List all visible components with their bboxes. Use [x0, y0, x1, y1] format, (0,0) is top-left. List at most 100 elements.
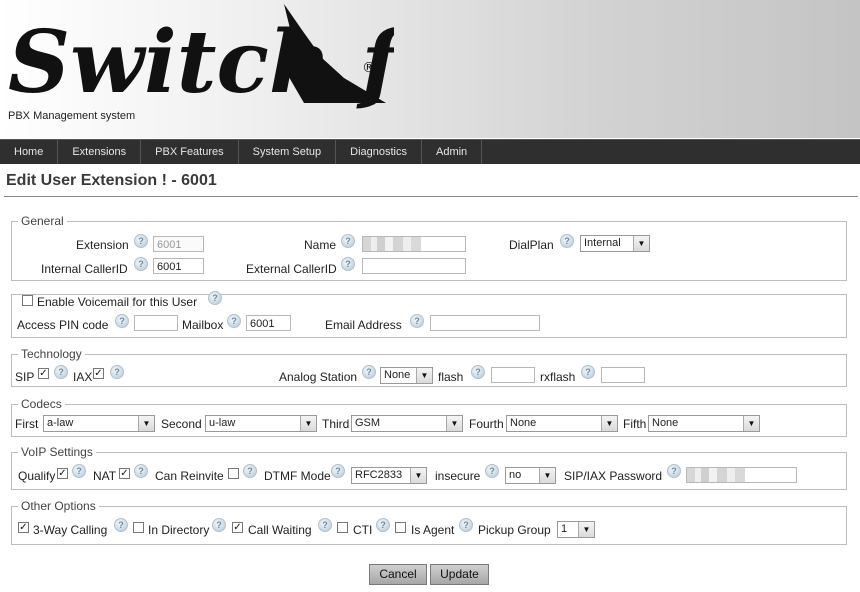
nav-system-setup[interactable]: System Setup — [239, 140, 337, 164]
help-icon[interactable]: ? — [134, 464, 148, 478]
nav-extensions[interactable]: Extensions — [58, 140, 142, 164]
flash-field[interactable] — [491, 367, 535, 383]
help-icon[interactable]: ? — [410, 314, 424, 328]
three-way-calling-label: 3-Way Calling — [33, 523, 108, 537]
help-icon[interactable]: ? — [227, 314, 241, 328]
external-callerid-field[interactable] — [362, 258, 466, 274]
codec-first-label: First — [15, 417, 39, 431]
codec-third-select[interactable]: GSM ▼ — [351, 415, 463, 432]
help-icon[interactable]: ? — [134, 257, 148, 271]
help-icon[interactable]: ? — [376, 518, 390, 532]
sip-label: SIP — [15, 370, 35, 384]
is-agent-checkbox[interactable] — [395, 522, 406, 533]
technology-legend: Technology — [21, 347, 82, 361]
nav-home[interactable]: Home — [0, 140, 59, 164]
call-waiting-label: Call Waiting — [248, 523, 312, 537]
cti-checkbox[interactable] — [337, 522, 348, 533]
qualify-checkbox[interactable]: ✓ — [57, 468, 68, 479]
internal-callerid-label: Internal CallerID — [41, 262, 128, 276]
email-label: Email Address — [325, 318, 402, 332]
chevron-down-icon: ▼ — [410, 468, 426, 483]
chevron-down-icon: ▼ — [138, 416, 154, 431]
help-icon[interactable]: ? — [331, 464, 345, 478]
voip-settings-legend: VoIP Settings — [21, 445, 93, 459]
help-icon[interactable]: ? — [318, 518, 332, 532]
codec-first-select[interactable]: a-law ▼ — [43, 415, 155, 432]
svg-text:®: ® — [362, 60, 376, 76]
extension-field[interactable]: 6001 — [153, 236, 204, 252]
chevron-down-icon: ▼ — [300, 416, 316, 431]
codec-second-value: u-law — [209, 417, 236, 429]
insecure-value: no — [509, 469, 522, 481]
codec-fourth-select[interactable]: None ▼ — [506, 415, 618, 432]
help-icon[interactable]: ? — [471, 365, 485, 379]
help-icon[interactable]: ? — [212, 518, 226, 532]
dtmf-mode-label: DTMF Mode — [264, 469, 331, 483]
analog-station-value: None — [384, 369, 411, 381]
dtmf-mode-select[interactable]: RFC2833 ▼ — [351, 467, 427, 484]
nav-diagnostics[interactable]: Diagnostics — [336, 140, 422, 164]
name-label: Name — [304, 238, 337, 252]
help-icon[interactable]: ? — [459, 518, 473, 532]
codec-fifth-select[interactable]: None ▼ — [648, 415, 760, 432]
in-directory-label: In Directory — [148, 523, 210, 537]
help-icon[interactable]: ? — [485, 464, 499, 478]
help-icon[interactable]: ? — [114, 518, 128, 532]
help-icon[interactable]: ? — [54, 365, 68, 379]
in-directory-checkbox[interactable] — [133, 522, 144, 533]
sip-checkbox[interactable]: ✓ — [38, 368, 49, 379]
mailbox-label: Mailbox — [182, 318, 224, 332]
name-field[interactable] — [362, 236, 466, 252]
analog-station-label: Analog Station — [279, 370, 358, 384]
codec-third-label: Third — [322, 417, 350, 431]
is-agent-label: Is Agent — [411, 523, 455, 537]
dtmf-mode-value: RFC2833 — [355, 469, 403, 481]
email-field[interactable] — [430, 315, 540, 331]
access-pin-field[interactable] — [134, 315, 178, 331]
can-reinvite-checkbox[interactable] — [228, 468, 239, 479]
codec-first-value: a-law — [47, 417, 74, 429]
help-icon[interactable]: ? — [560, 234, 574, 248]
codec-second-select[interactable]: u-law ▼ — [205, 415, 317, 432]
help-icon[interactable]: ? — [134, 234, 148, 248]
codec-third-value: GSM — [355, 417, 381, 429]
tagline: PBX Management system — [8, 110, 136, 122]
help-icon[interactable]: ? — [110, 365, 124, 379]
pickup-group-value: 1 — [561, 523, 568, 535]
codecs-legend: Codecs — [21, 397, 62, 411]
analog-station-select[interactable]: None ▼ — [380, 367, 433, 384]
nat-checkbox[interactable]: ✓ — [119, 468, 130, 479]
nat-label: NAT — [93, 469, 117, 483]
extension-label: Extension — [76, 238, 129, 252]
mailbox-field[interactable]: 6001 — [246, 315, 291, 331]
three-way-calling-checkbox[interactable]: ✓ — [18, 522, 29, 533]
pickup-group-select[interactable]: 1 ▼ — [557, 521, 595, 538]
help-icon[interactable]: ? — [341, 257, 355, 271]
help-icon[interactable]: ? — [667, 464, 681, 478]
call-waiting-checkbox[interactable]: ✓ — [232, 522, 243, 533]
nav-admin[interactable]: Admin — [422, 140, 483, 164]
internal-callerid-field[interactable]: 6001 — [153, 258, 204, 274]
help-icon[interactable]: ? — [362, 365, 376, 379]
enable-voicemail-checkbox[interactable] — [22, 295, 33, 306]
insecure-select[interactable]: no ▼ — [505, 467, 556, 484]
nav-pbx-features[interactable]: PBX Features — [141, 140, 239, 164]
qualify-label: Qualify — [18, 469, 56, 483]
sip-password-field[interactable] — [686, 467, 797, 483]
help-icon[interactable]: ? — [243, 464, 257, 478]
help-icon[interactable]: ? — [115, 314, 129, 328]
switchfin-logo: Switch fin ® — [4, 0, 486, 113]
dialplan-select[interactable]: Internal ▼ — [580, 235, 650, 252]
update-button[interactable]: Update — [430, 564, 489, 585]
help-icon[interactable]: ? — [208, 291, 222, 305]
chevron-down-icon: ▼ — [633, 236, 649, 251]
access-pin-label: Access PIN code — [17, 318, 109, 332]
title-divider — [4, 196, 858, 197]
rxflash-field[interactable] — [601, 367, 645, 383]
iax-checkbox[interactable]: ✓ — [93, 368, 104, 379]
cancel-button[interactable]: Cancel — [369, 564, 427, 585]
help-icon[interactable]: ? — [341, 234, 355, 248]
page-title: Edit User Extension ! - 6001 — [6, 172, 217, 189]
help-icon[interactable]: ? — [581, 365, 595, 379]
help-icon[interactable]: ? — [72, 464, 86, 478]
